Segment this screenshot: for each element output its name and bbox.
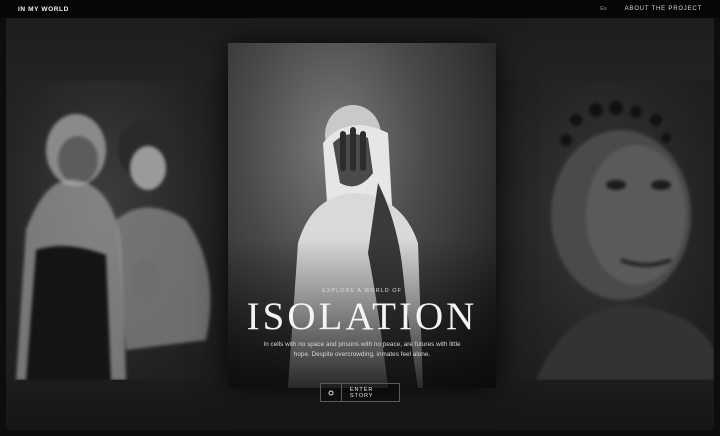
language-toggle[interactable]: Es [600, 6, 606, 12]
story-description: In cells with no space and prisons with … [263, 341, 461, 358]
about-project-link[interactable]: ABOUT THE PROJECT [625, 6, 702, 12]
site-logo[interactable]: IN MY WORLD [18, 6, 69, 13]
circle-icon [328, 390, 334, 395]
enter-story-label: ENTER STORY [349, 386, 374, 399]
mother-child-photo [16, 114, 211, 380]
story-eyebrow: EXPLORE A WORLD OF [322, 288, 402, 294]
story-photo-right[interactable] [496, 80, 714, 380]
story-title: ISOLATION [246, 295, 478, 338]
enter-story-button[interactable]: ENTER STORY [320, 383, 400, 402]
top-bar: IN MY WORLD Es ABOUT THE PROJECT [0, 0, 720, 18]
portrait-photo [536, 101, 714, 380]
story-carousel: EXPLORE A WORLD OF ISOLATION In cells wi… [6, 18, 714, 430]
story-photo-left[interactable] [6, 80, 226, 380]
top-nav: Es ABOUT THE PROJECT [600, 6, 702, 12]
enter-icon-box [321, 384, 342, 401]
story-text-block: EXPLORE A WORLD OF ISOLATION In cells wi… [228, 288, 496, 359]
